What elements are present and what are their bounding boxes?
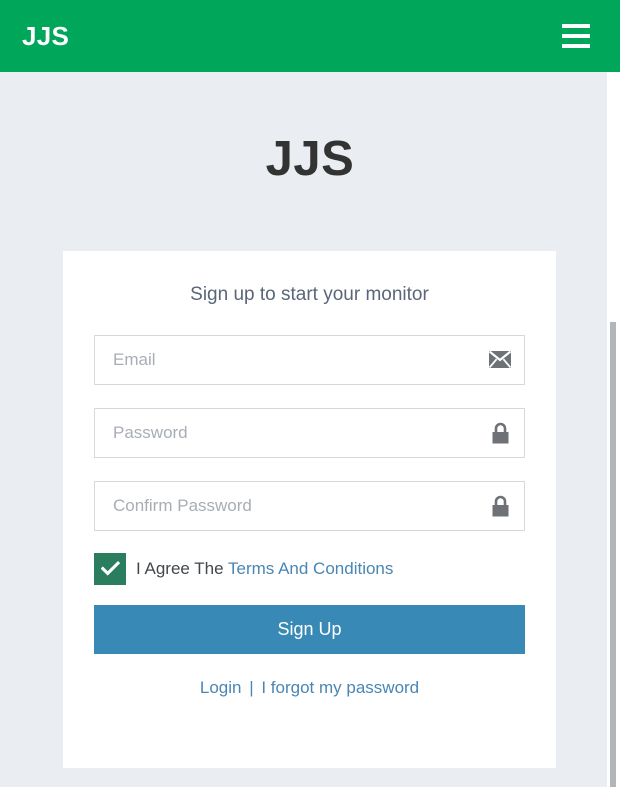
page-title: JJS bbox=[265, 132, 355, 186]
hamburger-bar bbox=[562, 34, 590, 38]
terms-agreement-label: I Agree The Terms And Conditions bbox=[136, 559, 393, 579]
auth-footer-links: Login | I forgot my password bbox=[94, 678, 525, 698]
confirm-password-field-group bbox=[94, 480, 525, 531]
email-input[interactable] bbox=[94, 334, 525, 385]
vertical-scrollbar-thumb[interactable] bbox=[610, 322, 616, 787]
hamburger-menu-icon[interactable] bbox=[562, 24, 590, 48]
signup-card: Sign up to start your monitor Email Pass… bbox=[63, 251, 556, 768]
login-link[interactable]: Login bbox=[200, 678, 242, 697]
checkmark-icon bbox=[100, 561, 120, 576]
terms-agreement-row: I Agree The Terms And Conditions bbox=[94, 552, 525, 585]
password-input[interactable] bbox=[94, 407, 525, 458]
signup-form: I Agree The Terms And Conditions Sign Up… bbox=[63, 334, 556, 698]
sign-up-button[interactable]: Sign Up bbox=[94, 604, 525, 654]
brand-logo[interactable]: JJS bbox=[22, 23, 69, 49]
top-navbar: JJS bbox=[0, 0, 620, 72]
agree-terms-checkbox[interactable] bbox=[94, 552, 126, 585]
forgot-password-link[interactable]: I forgot my password bbox=[261, 678, 419, 697]
hamburger-bar bbox=[562, 24, 590, 28]
page-body: JJS Sign up to start your monitor Email … bbox=[0, 72, 620, 787]
agree-text: I Agree The bbox=[136, 558, 224, 578]
terms-and-conditions-link[interactable]: Terms And Conditions bbox=[228, 559, 393, 578]
link-separator: | bbox=[249, 677, 254, 697]
password-field-group bbox=[94, 407, 525, 458]
card-heading: Sign up to start your monitor bbox=[190, 284, 429, 305]
hamburger-bar bbox=[562, 44, 590, 48]
email-field-group bbox=[94, 334, 525, 385]
confirm-password-input[interactable] bbox=[94, 480, 525, 531]
